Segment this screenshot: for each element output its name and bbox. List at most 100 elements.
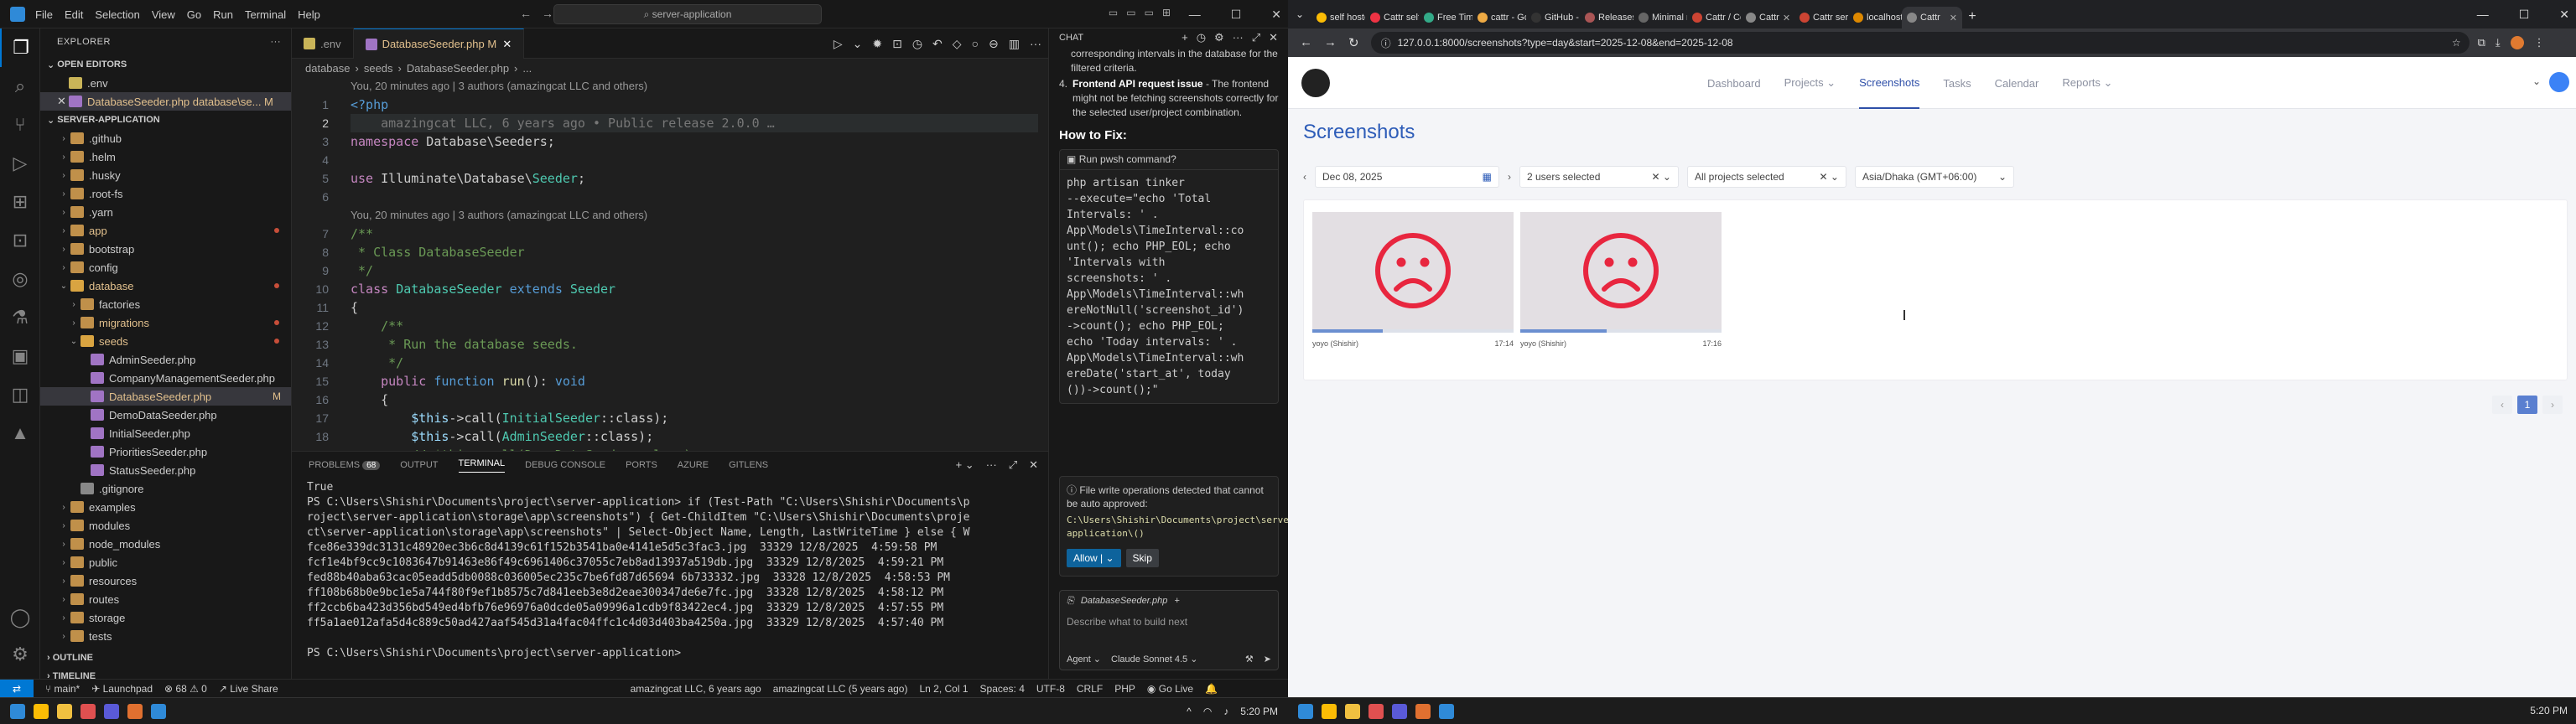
minimize-icon[interactable]: —: [1189, 8, 1201, 21]
testing-icon[interactable]: ⚗: [0, 298, 40, 337]
app3-taskbar-icon[interactable]: [1415, 704, 1431, 719]
browser-tab[interactable]: Cattr ✕: [1902, 7, 1962, 28]
open-changes-icon[interactable]: ⊡: [892, 37, 902, 51]
explorer-icon[interactable]: ❐: [0, 28, 40, 67]
panel-tab[interactable]: PORTS: [626, 460, 657, 470]
breadcrumb-item[interactable]: DatabaseSeeder.php: [407, 62, 509, 75]
nav-projects[interactable]: Projects ⌄: [1784, 76, 1836, 90]
docker-icon[interactable]: ▣: [0, 337, 40, 375]
skip-button[interactable]: Skip: [1125, 549, 1159, 567]
folder-item[interactable]: › node_modules: [40, 535, 291, 553]
menu-item[interactable]: Go: [187, 8, 201, 21]
open-editor-databaseseeder[interactable]: ✕ DatabaseSeeder.php database\se... M: [40, 92, 291, 111]
code-editor[interactable]: 12345678910111213141516171819 You, 20 mi…: [292, 77, 1048, 451]
forward-icon[interactable]: →: [542, 7, 553, 20]
close-tab-icon[interactable]: ✕: [502, 38, 512, 51]
screenshot-error-image[interactable]: [1312, 212, 1514, 329]
timeline-icon[interactable]: ◷: [912, 37, 922, 51]
maximize-chat-icon[interactable]: ⤢: [1252, 31, 1260, 44]
menu-item[interactable]: Selection: [95, 8, 139, 21]
gitlens-compare-icon[interactable]: ✹: [872, 37, 882, 51]
notifications-icon[interactable]: 🔔: [1205, 683, 1218, 695]
attach-icon[interactable]: ⎘: [1067, 596, 1074, 607]
file-item[interactable]: DatabaseSeeder.php M: [40, 387, 291, 406]
split-editor-icon[interactable]: ▥: [1009, 37, 1020, 51]
launchpad-status[interactable]: ✈ Launchpad: [91, 683, 153, 695]
browser-tab[interactable]: self hosted✕: [1311, 7, 1365, 28]
avatar[interactable]: [2549, 72, 2569, 92]
extensions-icon[interactable]: ⊞: [0, 183, 40, 221]
toggle-panel-icon[interactable]: ▭: [1126, 7, 1135, 18]
file-item[interactable]: PrioritiesSeeder.php: [40, 442, 291, 461]
toggle-sidebar-icon[interactable]: ▭: [1109, 7, 1118, 18]
explorer-taskbar-icon[interactable]: [57, 703, 72, 719]
new-tab-icon[interactable]: +: [1962, 9, 1982, 24]
folder-item[interactable]: ⌄ seeds: [40, 332, 291, 350]
vscode-taskbar-icon[interactable]: [151, 703, 166, 719]
menu-item[interactable]: File: [35, 8, 53, 21]
run-debug-icon[interactable]: ▷: [0, 144, 40, 183]
close-chat-icon[interactable]: ✕: [1269, 31, 1278, 44]
codelens-blame[interactable]: You, 20 minutes ago | 3 authors (amazing…: [351, 77, 1038, 96]
folder-item[interactable]: › .yarn: [40, 203, 291, 221]
cursor-position[interactable]: Ln 2, Col 1: [919, 683, 968, 695]
maximize-icon[interactable]: ☐: [2519, 8, 2530, 22]
panel-tab[interactable]: TERMINAL: [458, 458, 506, 473]
breadcrumb-item[interactable]: seeds: [364, 62, 393, 75]
screenshot-tile[interactable]: yoyo (Shishir) 17:16: [1520, 212, 1722, 348]
folder-item[interactable]: › tests: [40, 627, 291, 645]
settings-gear-icon[interactable]: ⚙: [0, 635, 40, 674]
file-item[interactable]: InitialSeeder.php: [40, 424, 291, 442]
browser-tab[interactable]: Cattr self ho✕: [1365, 7, 1419, 28]
send-icon[interactable]: ➤: [1264, 654, 1271, 665]
nav-tasks[interactable]: Tasks: [1943, 77, 1971, 90]
browser-tab[interactable]: Free Time Tr✕: [1419, 7, 1472, 28]
folder-item[interactable]: › config: [40, 258, 291, 277]
browser-tab[interactable]: Cattr server✕: [1794, 7, 1848, 28]
blame-status[interactable]: amazingcat LLC, 6 years ago: [631, 683, 761, 695]
browser-menu-icon[interactable]: ⋮: [2534, 36, 2545, 49]
cattr-logo[interactable]: [1301, 69, 1330, 97]
codelens-blame[interactable]: You, 20 minutes ago | 3 authors (amazing…: [351, 206, 1038, 225]
app-taskbar-icon[interactable]: [1368, 704, 1384, 719]
screenshot-tile[interactable]: yoyo (Shishir) 17:14: [1312, 212, 1514, 348]
user-menu-chevron-icon[interactable]: ⌄: [2532, 75, 2541, 87]
explorer-taskbar-icon[interactable]: [1345, 704, 1360, 719]
open-editors-section[interactable]: ⌄ OPEN EDITORS: [40, 55, 291, 74]
search-icon[interactable]: ⌕: [0, 67, 40, 106]
maximize-icon[interactable]: ☐: [1231, 8, 1242, 22]
chrome-taskbar-icon[interactable]: [1322, 704, 1337, 719]
toggle-blame-icon[interactable]: ◇: [953, 37, 962, 51]
panel-tab[interactable]: GITLENS: [729, 460, 768, 470]
browser-tab[interactable]: Cattr / Core✕: [1687, 7, 1741, 28]
folder-item[interactable]: › .helm: [40, 147, 291, 166]
nav-dashboard[interactable]: Dashboard: [1707, 77, 1761, 90]
chat-input[interactable]: ⎘ DatabaseSeeder.php + Describe what to bu…: [1059, 590, 1279, 670]
screenshot-error-image[interactable]: [1520, 212, 1722, 329]
breadcrumb-item[interactable]: database: [305, 62, 351, 75]
remote-indicator-icon[interactable]: ⇄: [0, 679, 34, 698]
ruler-icon[interactable]: ⊖: [989, 37, 999, 51]
prev-change-icon[interactable]: ↶: [932, 37, 943, 51]
panel-tab[interactable]: OUTPUT: [400, 460, 438, 470]
timezone-select[interactable]: Asia/Dhaka (GMT+06:00) ⌄: [1855, 166, 2014, 188]
attachment-chip[interactable]: DatabaseSeeder.php: [1081, 596, 1168, 606]
browser-tab[interactable]: Cattr ✕: [1741, 7, 1794, 28]
reload-icon[interactable]: ↻: [1348, 35, 1359, 50]
vscode-taskbar-icon[interactable]: [1439, 704, 1454, 719]
more-actions-icon[interactable]: ···: [271, 37, 282, 47]
app2-taskbar-icon[interactable]: [1392, 704, 1407, 719]
agent-picker[interactable]: Agent ⌄: [1067, 654, 1101, 665]
folder-item[interactable]: › .github: [40, 129, 291, 147]
close-tab-icon[interactable]: ✕: [1950, 13, 1957, 23]
folder-item[interactable]: › storage: [40, 608, 291, 627]
folder-item[interactable]: › migrations: [40, 313, 291, 332]
project-section[interactable]: ⌄ SERVER-APPLICATION: [40, 111, 291, 129]
next-day-icon[interactable]: ›: [1508, 171, 1511, 183]
browser-tab[interactable]: GitHub - catt✕: [1526, 7, 1580, 28]
branch-status[interactable]: ⑂ main*: [45, 683, 80, 695]
site-info-icon[interactable]: ⓘ: [1381, 36, 1391, 50]
menu-item[interactable]: Run: [213, 8, 233, 21]
menu-item[interactable]: Help: [298, 8, 320, 21]
app2-taskbar-icon[interactable]: [104, 703, 119, 719]
